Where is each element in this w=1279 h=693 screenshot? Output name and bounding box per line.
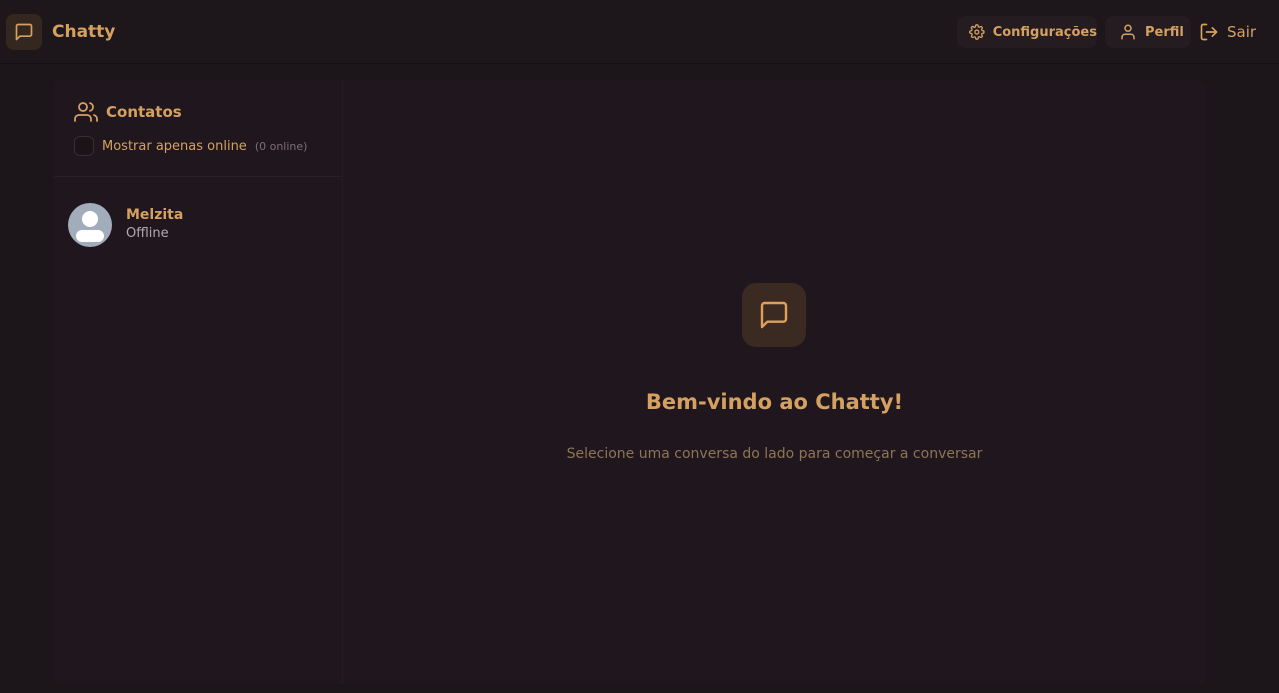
online-only-checkbox[interactable] (74, 136, 94, 156)
message-square-icon (742, 283, 806, 347)
contact-status: Offline (126, 226, 169, 241)
logout-button[interactable]: Sair (1199, 16, 1269, 48)
contact-info: Melzita Offline (126, 206, 183, 244)
contacts-title: Contatos (106, 103, 182, 121)
sidebar-header: Contatos Mostrar apenas online (0 online… (54, 80, 342, 177)
chat-container: Contatos Mostrar apenas online (0 online… (54, 80, 1206, 684)
logout-label: Sair (1227, 23, 1257, 41)
log-out-icon (1200, 23, 1218, 41)
welcome-title: Bem-vindo ao Chatty! (645, 390, 904, 414)
settings-label: Configurações (992, 24, 1097, 40)
avatar-body-shape (76, 230, 104, 242)
online-filter-label[interactable]: Mostrar apenas online (102, 139, 247, 154)
welcome-subtitle: Selecione uma conversa do lado para come… (566, 446, 983, 462)
gear-icon (969, 24, 985, 40)
settings-button[interactable]: Configurações (957, 16, 1097, 48)
chat-main-area: Bem-vindo ao Chatty! Selecione uma conve… (343, 80, 1206, 684)
online-filter: Mostrar apenas online (0 online) (74, 136, 307, 156)
app-title: Chatty (52, 22, 116, 42)
profile-button[interactable]: Perfil (1105, 16, 1191, 48)
top-bar: Chatty Configurações Perfil Sair (0, 0, 1279, 64)
profile-label: Perfil (1145, 24, 1184, 40)
contacts-heading: Contatos (74, 100, 182, 124)
message-square-icon (6, 14, 42, 50)
users-icon (74, 102, 98, 122)
contact-item[interactable]: Melzita Offline (54, 194, 342, 256)
contact-name: Melzita (126, 207, 184, 223)
avatar-head-shape (82, 211, 98, 227)
online-count: (0 online) (254, 139, 308, 153)
user-icon (1121, 24, 1135, 40)
brand[interactable]: Chatty (6, 14, 115, 50)
contacts-sidebar: Contatos Mostrar apenas online (0 online… (54, 80, 343, 684)
avatar (68, 203, 112, 247)
